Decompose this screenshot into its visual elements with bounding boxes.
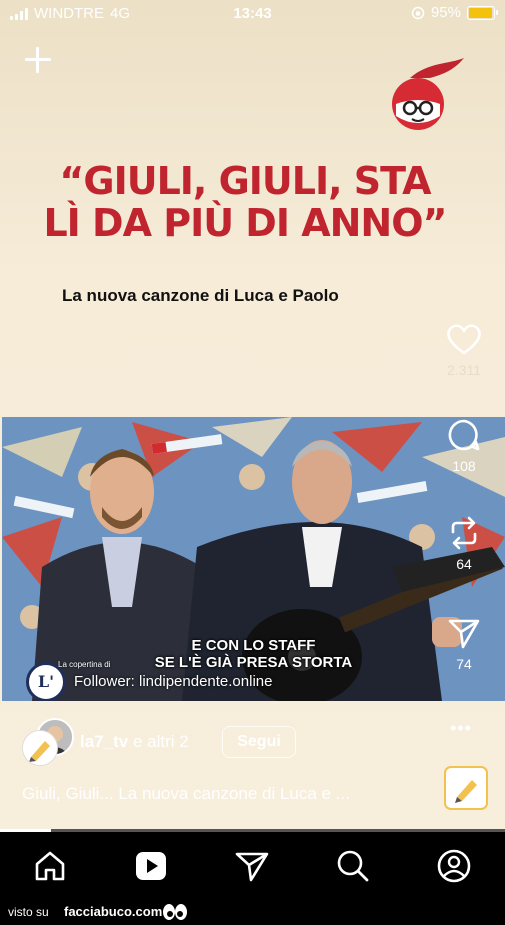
author-username[interactable]: la7_tv e altri 2 (80, 732, 189, 752)
repost-count: 64 (456, 556, 472, 572)
post-subtitle: La nuova canzone di Luca e Paolo (62, 286, 339, 305)
orientation-lock-icon (411, 6, 425, 19)
battery-percent: 95% (430, 4, 461, 21)
post-description[interactable]: Giuli, Giuli... La nuova canzone di Luca… (22, 784, 350, 804)
headline-line-1: “GIULI, GIULI, STA (59, 159, 431, 203)
username-text: la7_tv (80, 732, 129, 751)
profile-icon[interactable] (436, 848, 472, 884)
post-headline: “GIULI, GIULI, STA LÌ DA PIÙ DI ANNO” (30, 160, 460, 244)
pencil-icon (455, 780, 477, 803)
watermark-bar: visto su facciabuco.com (0, 900, 505, 925)
share-button[interactable]: 74 (439, 616, 489, 672)
bottom-tab-bar (0, 832, 505, 900)
comment-count: 108 (452, 458, 476, 474)
home-icon[interactable] (32, 848, 68, 884)
share-count: 74 (456, 656, 472, 672)
watermark-site: facciabuco.com (64, 904, 163, 919)
caption-line-2: SE L'È GIÀ PRESA STORTA (154, 654, 353, 671)
create-plus-icon[interactable] (22, 44, 54, 76)
paper-plane-icon (448, 619, 480, 649)
like-count: 2.311 (447, 362, 481, 378)
like-button[interactable]: 2.311 (439, 322, 489, 378)
video-player[interactable]: L' La copertina di E CON LO STAFF SE L'È… (2, 417, 505, 701)
eyes-icon (163, 904, 187, 920)
repost-button[interactable]: 64 (439, 516, 489, 572)
send-icon[interactable] (234, 848, 270, 884)
battery-icon (467, 5, 498, 20)
status-bar: WINDTRE 4G 13:43 95% (0, 0, 505, 30)
repost-icon (451, 516, 477, 550)
reel-screen: WINDTRE 4G 13:43 95% “GIULI, GIULI, STA … (0, 0, 505, 925)
comment-icon (448, 419, 480, 451)
watermark-prefix: visto su (8, 905, 49, 919)
follow-button[interactable]: Segui (222, 726, 296, 758)
mascot-logo (392, 58, 464, 130)
headline-line-2: LÌ DA PIÙ DI ANNO” (43, 201, 447, 245)
status-right: 95% (411, 4, 498, 21)
search-icon[interactable] (335, 848, 371, 884)
avatar (22, 730, 58, 766)
more-options-icon[interactable]: ••• (450, 718, 472, 739)
username-others: e altri 2 (132, 732, 189, 751)
audio-thumbnail[interactable] (444, 766, 488, 810)
caption-line-1: E CON LO STAFF (191, 637, 316, 654)
video-caption: E CON LO STAFF SE L'È GIÀ PRESA STORTA (2, 637, 505, 671)
reels-icon[interactable] (133, 848, 169, 884)
follower-watermark: Follower: lindipendente.online (74, 673, 273, 690)
heart-icon (447, 324, 481, 355)
comment-button[interactable]: 108 (439, 418, 489, 474)
